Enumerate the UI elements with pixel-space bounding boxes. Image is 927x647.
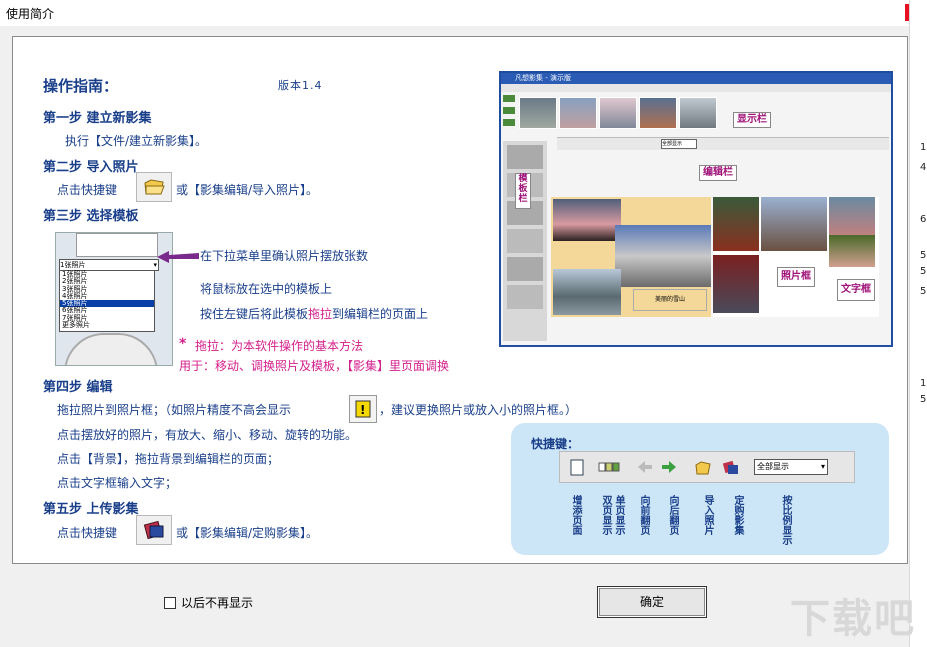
step3-note3: 按住左键后将此模板拖拉到编辑栏的页面上 (200, 307, 429, 321)
label-next-page: 向后翻页 (667, 495, 678, 535)
drag-tip: 拖拉：为本软件操作的基本方法 (195, 339, 364, 353)
dont-show-again-label[interactable]: 以后不再显示 (181, 594, 253, 611)
strip-text: 1 (920, 378, 927, 389)
text-frame-label: 文字框 (837, 279, 875, 301)
order-album-icon (722, 460, 738, 474)
double-page-icon (598, 462, 620, 472)
screenshot-toolbar: 全部显示 (557, 137, 889, 150)
step3-note1: 在下拉菜单里确认照片摆放张数 (200, 249, 369, 263)
template-bar-label: 模板栏 (515, 173, 531, 209)
label-double-page: 双页显示 (600, 495, 611, 535)
label-import-photo: 导入照片 (702, 495, 713, 535)
quick-keys-panel: 快捷键： 全部显示 ▾ 增添页面 双页显示 单页显示 向前翻页 向后翻页 导入照片… (511, 423, 889, 555)
step2-prefix: 点击快捷键 (57, 183, 118, 197)
screenshot-side-buttons (503, 95, 515, 135)
screenshot-display-strip (519, 95, 879, 131)
step5-suffix: 或【影集编辑/定购影集】。 (176, 526, 319, 540)
import-photo-icon (136, 172, 172, 202)
screenshot-menubar (501, 84, 891, 92)
strip-text: 5 (920, 286, 927, 297)
step2-suffix: 或【影集编辑/导入照片】。 (176, 183, 319, 197)
step5-heading: 第五步 上传影集 (43, 502, 139, 517)
template-count-list: 1张照片 2张照片 3张照片 4张照片 5张照片 6张照片 7张照片 更多照片 (59, 270, 155, 332)
dont-show-again-checkbox[interactable] (164, 597, 176, 609)
screenshot-template-bar (503, 141, 547, 341)
strip-text: 1 (920, 142, 927, 153)
step4-heading: 第四步 编辑 (43, 380, 113, 395)
template-preview (76, 233, 158, 257)
title-bar: 使用简介 (0, 0, 909, 26)
strip-text: 4 (920, 162, 927, 173)
version-label: 版本1.4 (278, 79, 323, 92)
zoom-select: 全部显示 ▾ (754, 459, 828, 475)
step5-prefix: 点击快捷键 (57, 526, 118, 540)
pointer-arrow-icon (157, 251, 199, 263)
import-photo-icon (695, 461, 711, 475)
warning-icon: ! (349, 395, 377, 423)
screenshot-titlebar: 凡想影集 - 演示版 (501, 73, 891, 84)
step2-heading: 第二步 导入照片 (43, 160, 139, 175)
display-bar-label: 显示栏 (733, 112, 771, 128)
step4-line3: 点击【背景】，拖拉背景到编辑栏的页面； (57, 452, 280, 466)
svg-text:!: ! (360, 403, 365, 417)
step4-line4: 点击文字框输入文字； (57, 476, 178, 490)
step4-line2: 点击摆放好的照片，有放大、缩小、移动、旋转的功能。 (57, 428, 358, 442)
label-single-page: 单页显示 (613, 495, 624, 535)
quick-keys-toolbar: 全部显示 ▾ (559, 451, 855, 483)
previous-page-icon (638, 461, 652, 473)
add-page-icon (570, 459, 584, 476)
label-order-album: 定购影集 (732, 495, 743, 535)
star-mark: * (179, 336, 187, 352)
list-item: 更多照片 (62, 321, 90, 330)
photo-frame-label: 照片框 (777, 267, 815, 287)
strip-text: 5 (920, 394, 927, 405)
label-previous-page: 向前翻页 (638, 495, 649, 535)
step1-text: 执行【文件/建立新影集】。 (65, 134, 208, 148)
watermark-logo: 下载吧 (790, 596, 916, 642)
step3-note2: 将鼠标放在选中的模板上 (200, 282, 333, 296)
software-screenshot: 凡想影集 - 演示版 显示栏 全部显示 模板栏 编辑栏 美丽的雪山 照片框 文字… (499, 71, 893, 347)
label-add-page: 增添页面 (570, 495, 581, 535)
edit-bar-label: 编辑栏 (699, 165, 737, 181)
label-proportional-view: 按比例显示 (780, 495, 791, 545)
strip-text: 5 (920, 266, 927, 277)
step3-heading: 第三步 选择模板 (43, 209, 139, 224)
strip-text: 5 (920, 250, 927, 261)
quick-keys-title: 快捷键： (531, 437, 580, 451)
template-thumb (64, 333, 158, 365)
guide-title: 操作指南： (43, 77, 119, 95)
background-window-strip: 1 4 6 5 5 5 1 5 (909, 0, 927, 647)
guide-panel: 操作指南： 版本1.4 第一步 建立新影集 执行【文件/建立新影集】。 第二步 … (12, 36, 908, 564)
step4-line1b: ，建议更换照片或放入小的照片框。） (379, 403, 578, 417)
screenshot-edit-page-left: 美丽的雪山 (551, 197, 711, 317)
strip-text: 6 (920, 214, 927, 225)
next-page-icon (662, 461, 676, 473)
order-album-icon (136, 515, 172, 545)
drag-usage: 用于：移动、调换照片及模板，【影集】里页面调换 (179, 359, 450, 373)
step1-heading: 第一步 建立新影集 (43, 111, 152, 126)
step4-line1a: 拖拉照片到照片框；（如照片精度不高会显示 (57, 403, 292, 417)
window-title: 使用简介 (6, 7, 55, 21)
ok-button[interactable]: 确定 (597, 586, 707, 618)
